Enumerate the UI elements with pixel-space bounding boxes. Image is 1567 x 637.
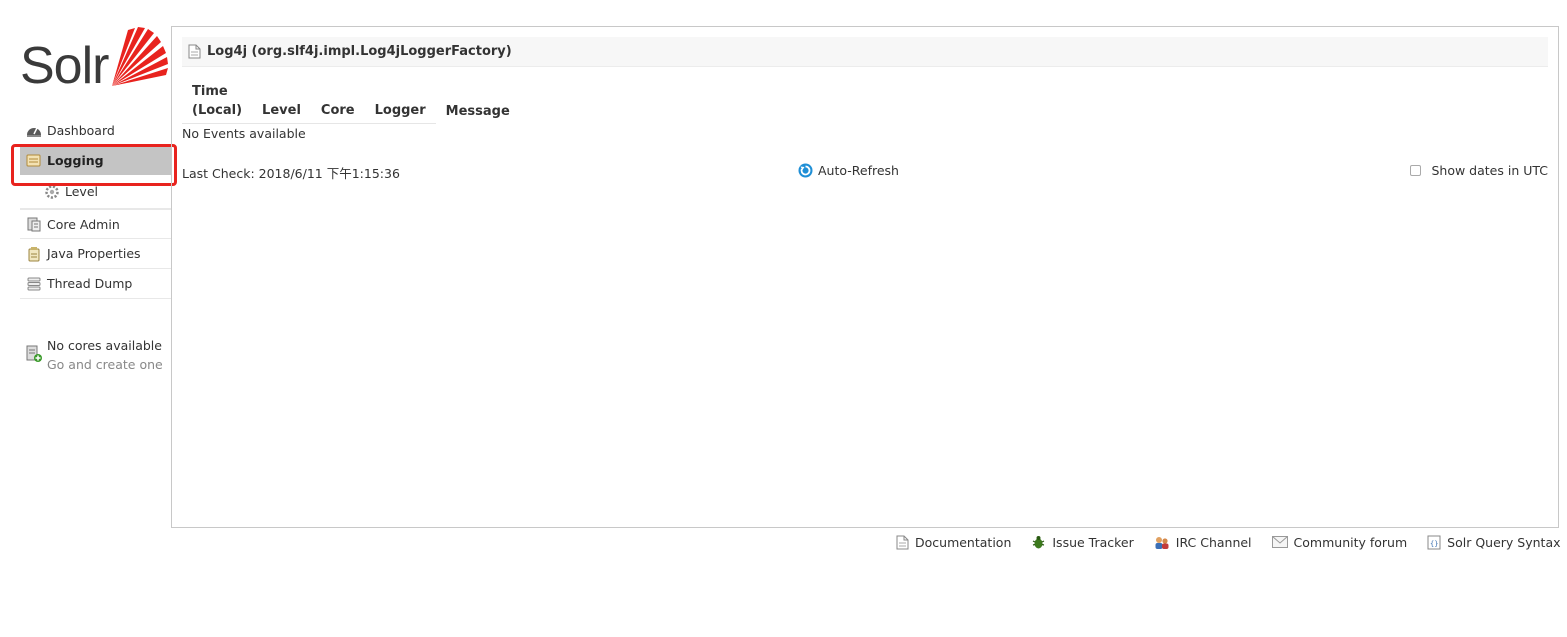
sidebar-item-java-properties[interactable]: Java Properties (20, 239, 171, 269)
footer-links: Documentation Issue Tracker IRC Channel … (896, 533, 1561, 551)
show-dates-utc-option[interactable]: Show dates in UTC (1410, 163, 1548, 178)
no-cores-notice: No cores available Go and create one (26, 336, 172, 374)
java-icon (28, 246, 40, 261)
sidebar-item-label: Core Admin (47, 216, 120, 232)
empty-events-message: No Events available (182, 126, 306, 141)
highlight-annotation-box (11, 144, 177, 186)
sidebar-item-thread-dump[interactable]: Thread Dump (20, 269, 171, 299)
refresh-icon (798, 163, 813, 178)
page-title: Log4j (org.slf4j.impl.Log4jLoggerFactory… (207, 44, 512, 59)
sidebar-item-label: Java Properties (47, 246, 141, 261)
document-icon (188, 44, 201, 59)
column-header-time[interactable]: Time (Local) (182, 79, 253, 124)
status-row: Last Check: 2018/6/11 下午1:15:36 Auto-Ref… (182, 163, 1548, 181)
sidebar-item-label: Level (65, 184, 98, 199)
svg-text:{}: {} (1430, 540, 1438, 548)
solr-logo[interactable]: Solr (20, 24, 168, 95)
sidebar-item-label: Dashboard (47, 122, 115, 138)
auto-refresh-label: Auto-Refresh (818, 163, 899, 178)
document-icon (896, 535, 909, 549)
no-cores-text: No cores available (47, 338, 162, 353)
core-add-icon (26, 345, 42, 362)
sidebar-item-label: Thread Dump (47, 276, 133, 291)
column-header-core[interactable]: Core (310, 79, 365, 124)
auto-refresh-toggle[interactable]: Auto-Refresh (798, 163, 899, 178)
footer-link-irc-channel[interactable]: IRC Channel (1154, 535, 1252, 550)
irc-icon (1155, 536, 1169, 549)
show-dates-utc-checkbox[interactable] (1410, 165, 1422, 176)
column-header-message[interactable]: Message (436, 79, 520, 124)
footer-link-issue-tracker[interactable]: Issue Tracker (1031, 535, 1134, 550)
footer-link-documentation[interactable]: Documentation (896, 535, 1011, 550)
last-check-text: Last Check: 2018/6/11 下午1:15:36 (182, 166, 400, 181)
sidebar-nav: Dashboard Logging Level Core Admin Java … (20, 115, 171, 299)
core-admin-icon (27, 217, 41, 232)
query-syntax-icon: {} (1427, 535, 1441, 549)
mail-icon (1271, 536, 1288, 548)
footer-link-solr-query-syntax[interactable]: {} Solr Query Syntax (1427, 535, 1561, 550)
sidebar-item-dashboard[interactable]: Dashboard (20, 115, 171, 145)
solr-sunburst-icon (112, 27, 168, 86)
logo-wordmark: Solr (20, 37, 109, 95)
logging-panel: Log4j (org.slf4j.impl.Log4jLoggerFactory… (171, 26, 1559, 528)
show-dates-utc-label: Show dates in UTC (1431, 163, 1548, 178)
logger-header: Log4j (org.slf4j.impl.Log4jLoggerFactory… (182, 37, 1548, 67)
column-header-level[interactable]: Level (252, 79, 311, 124)
dashboard-icon (27, 127, 41, 137)
bug-icon (1033, 535, 1045, 548)
sidebar-item-core-admin[interactable]: Core Admin (20, 209, 171, 239)
column-header-logger[interactable]: Logger (364, 79, 436, 124)
create-core-link[interactable]: Go and create one (47, 355, 172, 374)
thread-dump-icon (27, 277, 41, 290)
footer-link-community-forum[interactable]: Community forum (1271, 535, 1407, 550)
events-table: Time (Local) Level Core Logger Message N… (182, 79, 520, 143)
